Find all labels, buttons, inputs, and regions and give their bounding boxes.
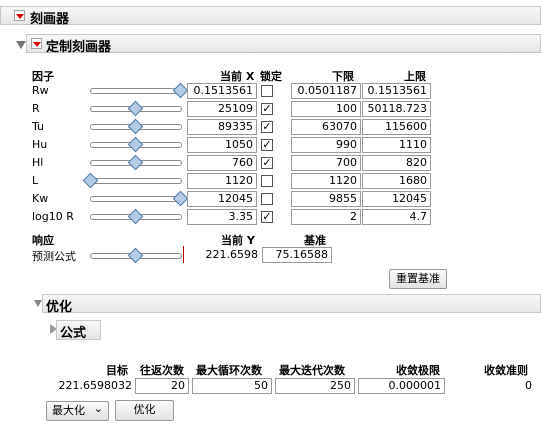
chevron-down-icon: ⌄ [93, 402, 103, 415]
factor-name: Kw [32, 192, 49, 205]
factor-current-field[interactable]: 0.1513561 [187, 83, 257, 99]
factor-current-field[interactable]: 760 [187, 155, 257, 171]
factor-slider-thumb[interactable] [127, 118, 144, 135]
check-icon: ✓ [262, 120, 272, 133]
convergence-criterion-value: 0 [525, 379, 532, 392]
factor-upper-field[interactable]: 12045 [362, 191, 431, 207]
factor-slider-thumb[interactable] [172, 190, 189, 207]
factor-lower-field[interactable]: 1120 [291, 173, 361, 189]
factor-lower-field[interactable]: 0.0501187 [291, 83, 361, 99]
optimize-title: 优化 [46, 300, 73, 315]
factor-lock-checkbox[interactable] [261, 85, 273, 97]
factor-lock-checkbox[interactable]: ✓ [261, 157, 273, 169]
factor-upper-field[interactable]: 0.1513561 [362, 83, 431, 99]
factor-name: R [32, 102, 40, 115]
factor-current-field[interactable]: 3.35 [187, 209, 257, 225]
lock-header: 锁定 [260, 70, 282, 83]
factor-slider-track[interactable] [90, 196, 182, 202]
factor-name: Tu [32, 120, 45, 133]
optimize-disclosure-icon[interactable] [34, 300, 42, 307]
factor-lower-field[interactable]: 2 [291, 209, 361, 225]
factor-upper-field[interactable]: 1110 [362, 137, 431, 153]
factor-lower-field[interactable]: 700 [291, 155, 361, 171]
max-iterations-header: 最大迭代次数 [279, 364, 345, 377]
convergence-criterion-header: 收敛准则 [484, 364, 528, 377]
factor-slider-thumb[interactable] [127, 208, 144, 225]
profiler-title: 刻画器 [30, 12, 70, 27]
factor-current-field[interactable]: 1050 [187, 137, 257, 153]
factor-upper-field[interactable]: 1680 [362, 173, 431, 189]
factor-slider-thumb[interactable] [127, 100, 144, 117]
baseline-header: 基准 [304, 234, 326, 247]
profiler-menu-icon[interactable] [14, 10, 25, 21]
factor-lock-checkbox[interactable]: ✓ [261, 211, 273, 223]
optimize-button[interactable]: 优化 [115, 400, 174, 421]
custom-profiler-menu-icon[interactable] [31, 38, 42, 49]
factor-name: Hu [32, 138, 48, 151]
factor-slider-thumb[interactable] [172, 82, 189, 99]
factor-header: 因子 [32, 70, 54, 83]
return-count-header: 往返次数 [140, 364, 184, 377]
factor-lower-field[interactable]: 990 [291, 137, 361, 153]
baseline-field[interactable]: 75.16588 [262, 247, 332, 263]
lower-header: 下限 [332, 70, 354, 83]
current-y-header: 当前 Y [221, 234, 255, 247]
factor-upper-field[interactable]: 115600 [362, 119, 431, 135]
optimize-header[interactable] [42, 294, 541, 313]
factor-name: L [32, 174, 39, 187]
mode-select-label: 最大化 [52, 404, 85, 417]
factor-lock-checkbox[interactable] [261, 175, 273, 187]
response-slider-thumb[interactable] [127, 247, 144, 264]
response-name: 预测公式 [32, 250, 76, 263]
factor-name: Rw [32, 84, 49, 97]
convergence-limit-header: 收敛极限 [396, 364, 440, 377]
target-value: 221.6598032 [58, 379, 132, 392]
target-header: 目标 [106, 364, 128, 377]
factor-slider-thumb[interactable] [127, 154, 144, 171]
factor-upper-field[interactable]: 50118.723 [362, 101, 431, 117]
current-y-value: 221.6598 [205, 248, 259, 261]
factor-upper-field[interactable]: 820 [362, 155, 431, 171]
factor-lower-field[interactable]: 63070 [291, 119, 361, 135]
mode-select[interactable]: 最大化 ⌄ [46, 401, 109, 421]
factor-slider-thumb[interactable] [127, 136, 144, 153]
factor-current-field[interactable]: 89335 [187, 119, 257, 135]
factor-lower-field[interactable]: 100 [291, 101, 361, 117]
reset-baseline-button[interactable]: 重置基准 [389, 269, 447, 289]
factor-current-field[interactable]: 25109 [187, 101, 257, 117]
factor-lock-checkbox[interactable]: ✓ [261, 103, 273, 115]
response-limit-marker [183, 246, 184, 263]
check-icon: ✓ [262, 210, 272, 223]
factor-lower-field[interactable]: 9855 [291, 191, 361, 207]
check-icon: ✓ [262, 138, 272, 151]
factor-slider-track[interactable] [90, 88, 182, 94]
check-icon: ✓ [262, 156, 272, 169]
factor-current-field[interactable]: 12045 [187, 191, 257, 207]
max-loops-header: 最大循环次数 [196, 364, 262, 377]
factor-slider-thumb[interactable] [82, 172, 99, 189]
factor-name: Hl [32, 156, 44, 169]
factor-name: log10 R [32, 210, 74, 223]
current-x-header: 当前 X [220, 70, 255, 83]
factor-lock-checkbox[interactable]: ✓ [261, 139, 273, 151]
factor-lock-checkbox[interactable]: ✓ [261, 121, 273, 133]
factor-lock-checkbox[interactable] [261, 193, 273, 205]
return-count-field[interactable]: 20 [135, 378, 189, 394]
custom-profiler-title: 定制刻画器 [46, 40, 112, 55]
response-header: 响应 [32, 234, 54, 247]
convergence-limit-field[interactable]: 0.000001 [358, 378, 445, 394]
custom-profiler-disclosure-icon[interactable] [16, 41, 26, 49]
factor-current-field[interactable]: 1120 [187, 173, 257, 189]
factor-upper-field[interactable]: 4.7 [362, 209, 431, 225]
formula-title: 公式 [60, 326, 87, 341]
max-loops-field[interactable]: 50 [192, 378, 272, 394]
factor-slider-track[interactable] [90, 178, 182, 184]
profiler-header[interactable] [0, 6, 541, 25]
max-iterations-field[interactable]: 250 [275, 378, 355, 394]
check-icon: ✓ [262, 102, 272, 115]
upper-header: 上限 [404, 70, 426, 83]
